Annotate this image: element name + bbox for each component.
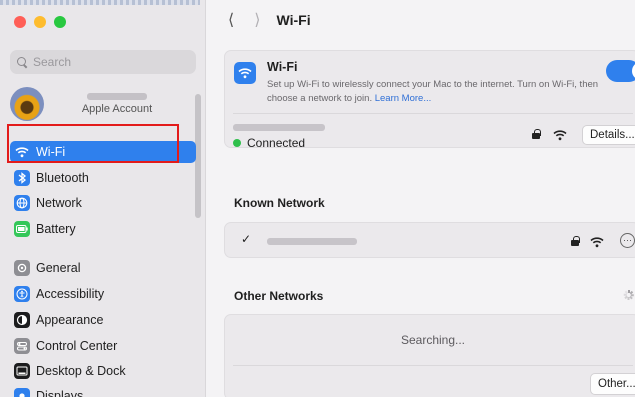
wifi-card: Wi-Fi Set up Wi-Fi to wirelessly connect… bbox=[224, 50, 635, 150]
sidebar-search[interactable] bbox=[10, 50, 196, 74]
connection-status: Connected bbox=[233, 136, 305, 150]
wifi-signal-icon bbox=[553, 128, 567, 146]
page-title: Wi-Fi bbox=[276, 12, 311, 28]
sidebar-item-bluetooth[interactable]: Bluetooth bbox=[10, 167, 196, 189]
appearance-icon bbox=[14, 312, 30, 328]
forward-button[interactable]: ⟩ bbox=[254, 10, 260, 30]
highlight-annotation bbox=[7, 124, 179, 163]
other-networks-card: Searching... Other... bbox=[224, 314, 635, 397]
window-controls bbox=[14, 16, 66, 28]
accessibility-icon bbox=[14, 286, 30, 302]
gear-icon bbox=[14, 260, 30, 276]
globe-icon bbox=[14, 195, 30, 211]
sidebar-item-label: Control Center bbox=[36, 339, 118, 353]
sidebar-item-desktop-dock[interactable]: Desktop & Dock bbox=[10, 360, 196, 382]
top-strip bbox=[0, 0, 200, 5]
more-options-icon[interactable]: ··· bbox=[620, 233, 635, 248]
sidebar: Apple Account Wi-Fi Bluetooth Network Ba… bbox=[0, 0, 206, 397]
sidebar-item-label: Appearance bbox=[36, 313, 104, 327]
wifi-card-description: Set up Wi-Fi to wirelessly connect your … bbox=[267, 78, 607, 106]
toolbar: ⟨ ⟩ Wi-Fi bbox=[206, 0, 635, 40]
current-network-name-redacted bbox=[233, 124, 325, 131]
sidebar-item-label: Desktop & Dock bbox=[36, 364, 126, 378]
back-button[interactable]: ⟨ bbox=[228, 10, 234, 30]
account-label: Apple Account bbox=[81, 103, 153, 115]
wifi-signal-icon bbox=[590, 235, 604, 253]
sidebar-item-label: Accessibility bbox=[36, 287, 105, 301]
sidebar-item-accessibility[interactable]: Accessibility bbox=[10, 283, 196, 305]
main-panel: ⟨ ⟩ Wi-Fi Wi-Fi Set up Wi-Fi to wireless… bbox=[206, 0, 635, 397]
account-name-redacted bbox=[87, 93, 147, 100]
checkmark-icon: ✓ bbox=[241, 232, 252, 246]
status-dot bbox=[233, 139, 241, 147]
sidebar-item-label: Battery bbox=[36, 222, 76, 236]
sidebar-item-label: Displays bbox=[36, 389, 84, 397]
sidebar-item-label: General bbox=[36, 261, 81, 275]
search-input[interactable] bbox=[33, 55, 193, 69]
lock-icon bbox=[531, 129, 541, 139]
control-center-icon bbox=[14, 338, 30, 354]
wifi-toggle[interactable] bbox=[606, 60, 635, 82]
connection-status-text: Connected bbox=[247, 136, 306, 150]
wifi-icon bbox=[234, 62, 256, 84]
other-network-button[interactable]: Other... bbox=[590, 373, 635, 395]
search-icon bbox=[17, 56, 28, 68]
sidebar-item-network[interactable]: Network bbox=[10, 192, 196, 214]
known-network-name-redacted bbox=[267, 238, 357, 245]
close-window-button[interactable] bbox=[14, 16, 26, 28]
display-icon bbox=[14, 388, 30, 397]
divider bbox=[233, 365, 633, 366]
sidebar-item-general[interactable]: General bbox=[10, 257, 196, 279]
divider bbox=[233, 113, 633, 114]
sidebar-item-displays[interactable]: Displays bbox=[10, 385, 196, 397]
avatar bbox=[10, 87, 44, 121]
sidebar-item-control-center[interactable]: Control Center bbox=[10, 335, 196, 357]
sidebar-item-label: Bluetooth bbox=[36, 171, 89, 185]
known-network-heading: Known Network bbox=[234, 196, 325, 210]
details-button[interactable]: Details... bbox=[582, 125, 635, 145]
sidebar-item-appearance[interactable]: Appearance bbox=[10, 309, 196, 331]
sidebar-item-label: Network bbox=[36, 196, 82, 210]
zoom-window-button[interactable] bbox=[54, 16, 66, 28]
lock-icon bbox=[570, 236, 580, 246]
wifi-description-text: Set up Wi-Fi to wirelessly connect your … bbox=[267, 79, 599, 104]
dock-icon bbox=[14, 363, 30, 379]
other-networks-heading: Other Networks bbox=[234, 289, 324, 303]
bluetooth-icon bbox=[14, 170, 30, 186]
known-network-row[interactable]: ✓ ··· bbox=[224, 222, 635, 258]
searching-status: Searching... bbox=[400, 333, 466, 347]
loading-spinner-icon bbox=[623, 290, 634, 300]
battery-icon bbox=[14, 221, 30, 237]
sidebar-item-battery[interactable]: Battery bbox=[10, 218, 196, 240]
learn-more-link[interactable]: Learn More... bbox=[375, 93, 432, 104]
apple-account-item[interactable]: Apple Account bbox=[10, 84, 196, 124]
wifi-card-title: Wi-Fi bbox=[267, 60, 298, 74]
minimize-window-button[interactable] bbox=[34, 16, 46, 28]
